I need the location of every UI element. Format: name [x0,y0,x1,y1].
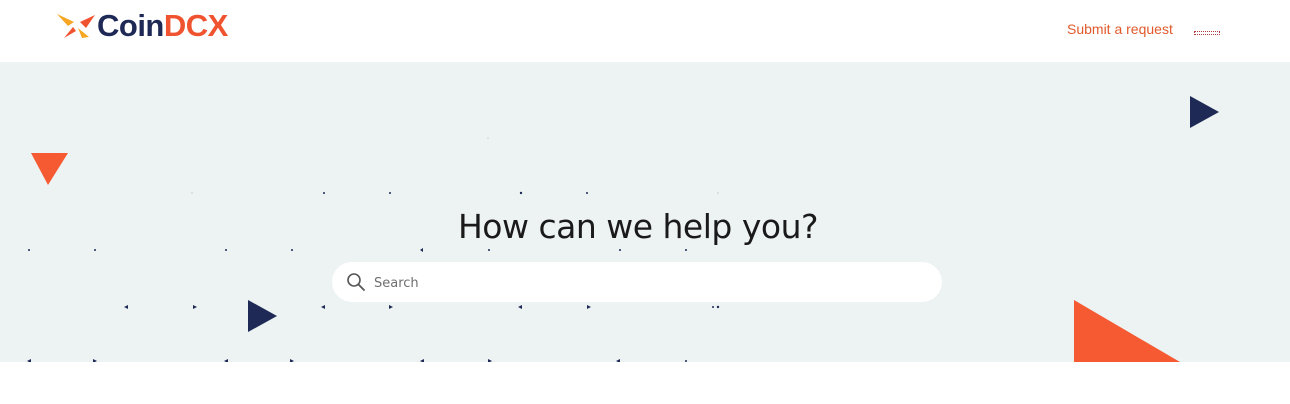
submit-request-link[interactable]: Submit a request [1067,21,1173,37]
hero-title: How can we help you? [457,207,819,246]
decor-triangle-navy-top-right [1190,96,1219,128]
search-input[interactable] [372,262,926,304]
user-menu-placeholder[interactable] [1194,31,1220,35]
logo-text-coin: Coin [97,8,164,43]
decor-dots [27,137,720,362]
search-box[interactable] [332,262,942,304]
coindcx-logo[interactable]: CoinDCX [56,8,228,43]
search-icon [347,273,365,291]
decor-triangle-orange-right [1074,300,1180,362]
logo-text-dcx: DCX [163,8,228,43]
decor-triangle-navy-mid [248,300,277,332]
coindcx-logo-mark-icon [57,14,95,38]
site-header: CoinDCX Submit a request [0,0,1290,62]
decor-triangle-orange-left [31,153,68,185]
logo-text: CoinDCX [97,8,228,43]
hero-banner: How can we help you? [0,62,1290,362]
